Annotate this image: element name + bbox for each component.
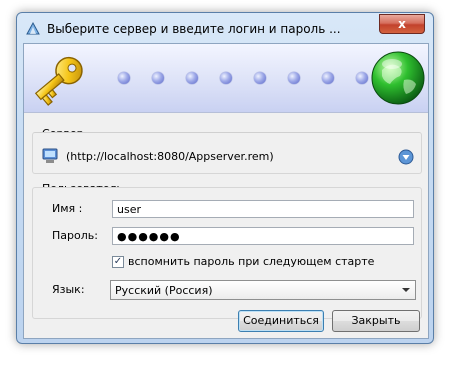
name-label: Имя : bbox=[52, 202, 83, 215]
server-url: (http://localhost:8080/Appserver.rem) bbox=[66, 150, 274, 163]
progress-dot bbox=[152, 72, 164, 84]
key-icon bbox=[34, 56, 83, 106]
remember-password-label: вспомнить пароль при следующем старте bbox=[128, 255, 375, 268]
window-close-button[interactable]: x bbox=[379, 14, 425, 34]
computer-icon bbox=[42, 148, 58, 163]
password-label: Пароль: bbox=[52, 229, 98, 242]
login-dialog: Выберите сервер и введите логин и пароль… bbox=[16, 12, 434, 344]
progress-dot bbox=[118, 72, 130, 84]
language-label: Язык: bbox=[52, 283, 85, 296]
progress-dot bbox=[254, 72, 266, 84]
password-field[interactable]: ●●●●●● bbox=[112, 227, 414, 245]
language-selected: Русский (Россия) bbox=[115, 284, 213, 297]
progress-dot bbox=[288, 72, 300, 84]
chevron-down-icon bbox=[402, 288, 410, 292]
remember-password-checkbox[interactable]: ✓ bbox=[112, 256, 124, 268]
title-bar[interactable]: Выберите сервер и введите логин и пароль… bbox=[17, 13, 433, 43]
dropdown-circle-icon[interactable] bbox=[398, 149, 414, 165]
connect-button[interactable]: Соединиться bbox=[238, 310, 324, 332]
progress-dot bbox=[186, 72, 198, 84]
close-button[interactable]: Закрыть bbox=[332, 310, 420, 332]
language-select[interactable]: Русский (Россия) bbox=[110, 280, 416, 300]
dialog-content: Сервер (http://localhost:8080/Appserver.… bbox=[23, 43, 429, 339]
app-icon bbox=[26, 21, 40, 35]
banner bbox=[24, 44, 428, 113]
name-field[interactable]: user bbox=[112, 200, 414, 218]
window-title: Выберите сервер и введите логин и пароль… bbox=[47, 22, 341, 36]
progress-dot bbox=[220, 72, 232, 84]
progress-dot bbox=[322, 72, 334, 84]
globe-icon bbox=[371, 51, 425, 105]
progress-dot bbox=[356, 72, 368, 84]
